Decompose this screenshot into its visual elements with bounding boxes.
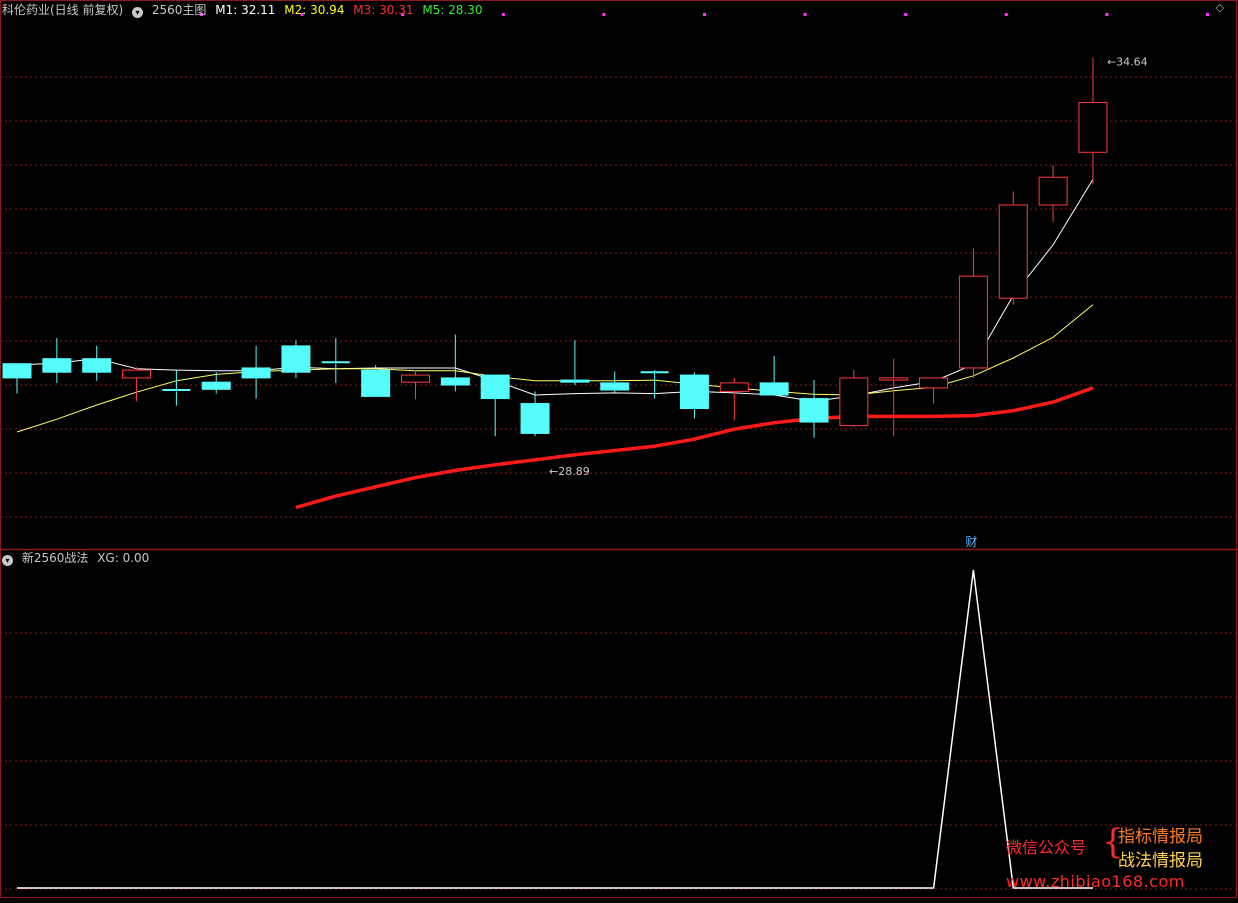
main-indicator-header: 科伦药业(日线 前复权) ▾ 2560主图 M1: 32.11 M2: 30.9…	[2, 2, 488, 18]
watermark-wechat-label: 微信公众号	[1006, 838, 1087, 857]
top-marker	[703, 13, 706, 16]
candle	[998, 191, 1028, 305]
candle-body	[440, 377, 470, 386]
xg-line	[17, 569, 1093, 889]
candle	[679, 372, 709, 419]
candle	[440, 334, 470, 392]
candle	[640, 370, 669, 399]
candle	[2, 363, 32, 394]
candle	[42, 338, 72, 383]
m2-value: M2: 30.94	[284, 3, 345, 17]
top-marker	[803, 13, 807, 16]
candle	[480, 374, 510, 437]
candle-body	[401, 374, 430, 383]
candle	[1078, 57, 1108, 185]
m3-value: M3: 30.31	[353, 3, 414, 17]
candle-body	[759, 382, 789, 396]
candle-body	[480, 374, 510, 400]
candle-body	[2, 363, 32, 379]
candle	[958, 248, 988, 378]
top-marker	[602, 13, 606, 16]
ma-line-m2	[16, 304, 1094, 433]
candle-body	[82, 358, 112, 373]
candle	[919, 377, 949, 404]
stock-chart: ←34.64 ←28.89 财 科伦药业(日线 前复权) ▾ 2560主图 M1: …	[0, 0, 1238, 899]
candle-body	[122, 369, 152, 379]
candle-body	[879, 377, 909, 381]
candle-body	[839, 377, 869, 427]
candle	[799, 380, 829, 438]
candle-body	[799, 398, 829, 423]
chevron-down-icon[interactable]: ▾	[132, 7, 144, 18]
candle	[361, 365, 391, 397]
candle	[560, 340, 590, 386]
candle-body	[361, 369, 391, 397]
top-marker	[1004, 13, 1008, 16]
price-annotation: ←28.89	[549, 465, 590, 478]
candle	[839, 370, 869, 428]
candle	[879, 358, 909, 437]
ma-line-m1	[16, 179, 1094, 402]
sub-indicator-name[interactable]: 新2560战法	[22, 551, 89, 565]
candle-body	[679, 374, 709, 410]
candle-body	[719, 382, 749, 392]
candle-body	[520, 403, 550, 434]
candle	[82, 345, 112, 381]
candle-body	[919, 377, 949, 389]
candle	[321, 338, 350, 383]
indicator-name[interactable]: 2560主图	[152, 3, 207, 17]
candle	[600, 371, 630, 393]
candle	[122, 367, 152, 402]
candle-body	[42, 358, 72, 373]
sub-indicator-header: ▾ 新2560战法 XG: 0.00	[2, 550, 154, 566]
price-annotation: ←34.64	[1107, 56, 1148, 69]
chevron-down-icon[interactable]: ▾	[2, 555, 13, 566]
candle-body	[958, 275, 988, 369]
xg-value: XG: 0.00	[97, 551, 150, 565]
candle-body	[1038, 176, 1068, 206]
candle-body	[560, 379, 590, 383]
sub-indicator-layer	[17, 569, 1093, 889]
diamond-icon[interactable]: ◇	[1216, 1, 1224, 14]
candle	[759, 355, 789, 396]
watermark-url[interactable]: www.zhibiao168.com	[1006, 872, 1185, 891]
candle	[162, 370, 191, 406]
top-marker	[501, 13, 505, 16]
candle	[241, 345, 271, 399]
candle	[1038, 165, 1068, 223]
candle-body	[201, 381, 231, 390]
candle-body	[1078, 101, 1108, 153]
stock-title[interactable]: 科伦药业(日线 前复权)	[2, 3, 123, 17]
chart-canvas[interactable]: ←34.64 ←28.89 财	[0, 0, 1238, 899]
moving-average-layer	[16, 179, 1094, 510]
watermark-brand-2: 战法情报局	[1118, 851, 1203, 871]
event-marker: 财	[965, 535, 977, 549]
candle	[520, 391, 550, 437]
watermark-brand-1: 指标情报局	[1118, 827, 1203, 847]
candle-body	[600, 382, 630, 391]
top-marker	[1206, 13, 1209, 16]
watermark: 微信公众号 { 指标情报局 战法情报局 www.zhibiao168.com	[1006, 822, 1226, 896]
top-marker	[904, 13, 908, 16]
annotation-layer: ←34.64 ←28.89 财	[549, 56, 1148, 549]
candle	[281, 340, 311, 378]
candle-body	[281, 345, 311, 373]
m1-value: M1: 32.11	[215, 3, 276, 17]
candle	[719, 377, 749, 421]
candle	[201, 372, 231, 394]
top-marker	[1105, 13, 1109, 16]
m5-value: M5: 28.30	[422, 3, 483, 17]
candle-body	[241, 367, 271, 379]
candle-body	[998, 204, 1028, 299]
